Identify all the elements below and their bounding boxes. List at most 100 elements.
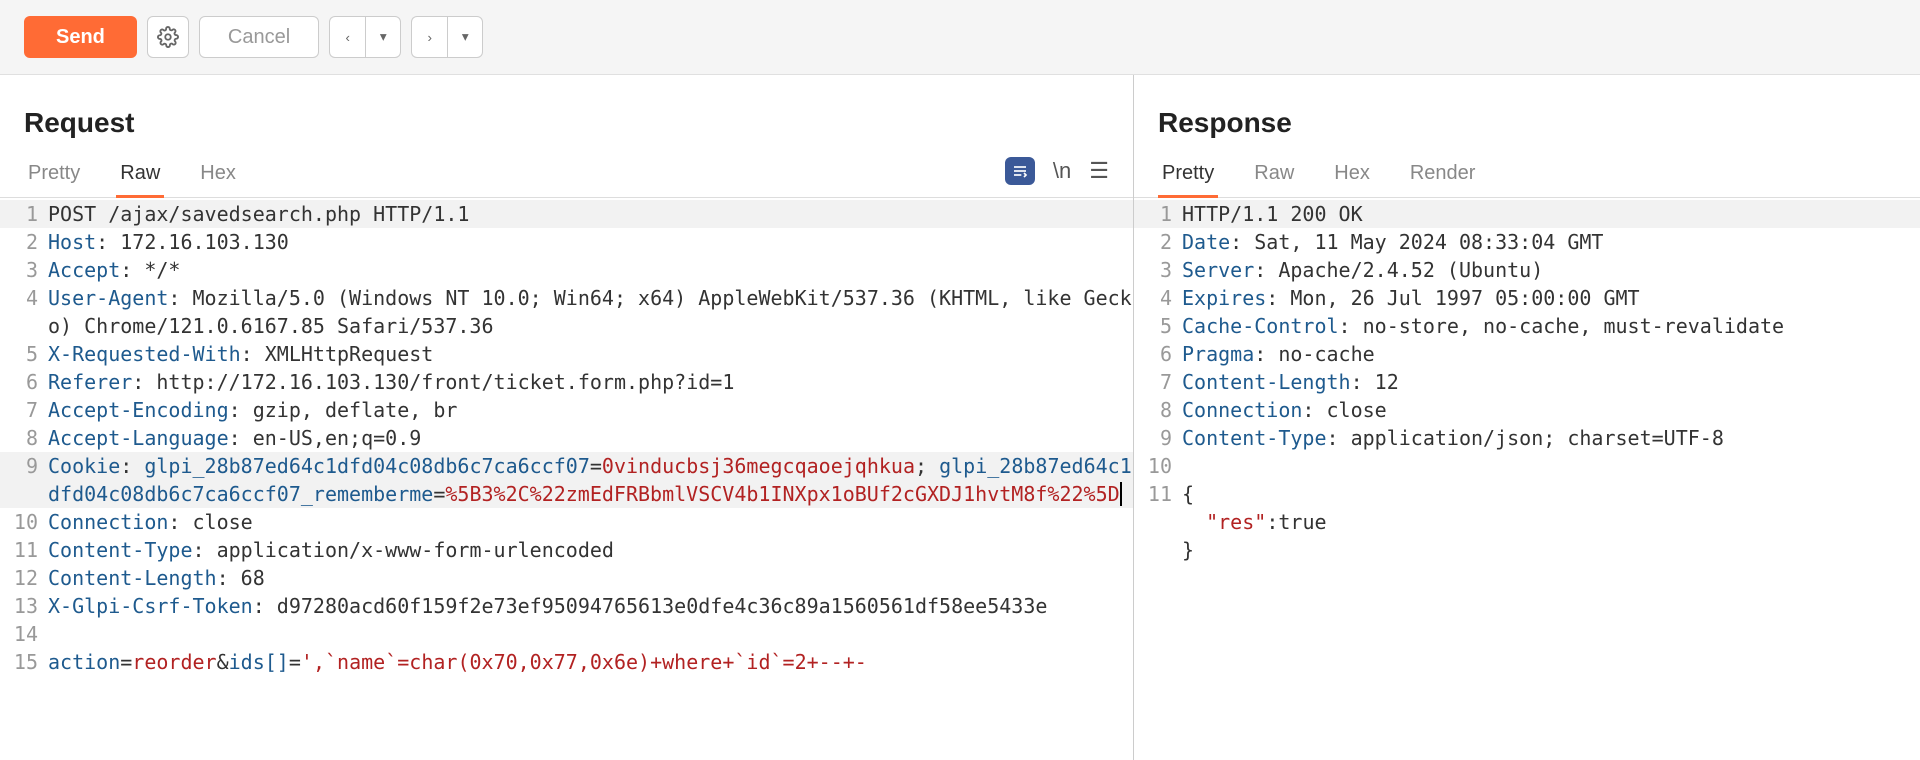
line-content[interactable]: Referer: http://172.16.103.130/front/tic…: [48, 368, 1133, 396]
response-editor[interactable]: 1HTTP/1.1 200 OK2Date: Sat, 11 May 2024 …: [1134, 198, 1920, 760]
code-line: 12Content-Length: 68: [0, 564, 1133, 592]
code-line: 4Expires: Mon, 26 Jul 1997 05:00:00 GMT: [1134, 284, 1920, 312]
line-content[interactable]: Server: Apache/2.4.52 (Ubuntu): [1182, 256, 1920, 284]
line-number: 1: [1134, 200, 1182, 228]
code-line: 6Pragma: no-cache: [1134, 340, 1920, 368]
line-number: 7: [0, 396, 48, 424]
line-number: 14: [0, 620, 48, 648]
send-button[interactable]: Send: [24, 16, 137, 58]
line-content[interactable]: Content-Length: 12: [1182, 368, 1920, 396]
settings-button[interactable]: [147, 16, 189, 58]
line-content[interactable]: Content-Type: application/x-www-form-url…: [48, 536, 1133, 564]
line-number: 3: [1134, 256, 1182, 284]
code-line: 8Connection: close: [1134, 396, 1920, 424]
line-content[interactable]: Accept-Language: en-US,en;q=0.9: [48, 424, 1133, 452]
line-number: 11: [0, 536, 48, 564]
line-number: 6: [0, 368, 48, 396]
caret-down-icon: ▾: [380, 29, 387, 45]
line-content[interactable]: Date: Sat, 11 May 2024 08:33:04 GMT: [1182, 228, 1920, 256]
history-back-group: ‹ ▾: [329, 16, 401, 58]
tab-hex[interactable]: Hex: [196, 154, 240, 198]
line-number: 9: [1134, 424, 1182, 452]
code-line: 4User-Agent: Mozilla/5.0 (Windows NT 10.…: [0, 284, 1133, 340]
history-back-dropdown[interactable]: ▾: [365, 16, 401, 58]
history-fwd-button[interactable]: ›: [411, 16, 447, 58]
tab-pretty[interactable]: Pretty: [1158, 154, 1218, 198]
response-pane: Response Pretty Raw Hex Render 1HTTP/1.1…: [1134, 75, 1920, 760]
code-line: 7Accept-Encoding: gzip, deflate, br: [0, 396, 1133, 424]
tab-hex[interactable]: Hex: [1330, 154, 1374, 198]
line-content[interactable]: Expires: Mon, 26 Jul 1997 05:00:00 GMT: [1182, 284, 1920, 312]
line-content[interactable]: User-Agent: Mozilla/5.0 (Windows NT 10.0…: [48, 284, 1133, 340]
line-number: 3: [0, 256, 48, 284]
code-line: 5X-Requested-With: XMLHttpRequest: [0, 340, 1133, 368]
line-number: 8: [0, 424, 48, 452]
request-tabs: Pretty Raw Hex \n ☰: [0, 153, 1133, 198]
code-line: 10Connection: close: [0, 508, 1133, 536]
code-line: 5Cache-Control: no-store, no-cache, must…: [1134, 312, 1920, 340]
line-number: 12: [0, 564, 48, 592]
line-content[interactable]: Pragma: no-cache: [1182, 340, 1920, 368]
line-number: 9: [0, 452, 48, 508]
line-content[interactable]: [1182, 452, 1920, 480]
code-line: 3Server: Apache/2.4.52 (Ubuntu): [1134, 256, 1920, 284]
toolbar: Send Cancel ‹ ▾ › ▾: [0, 0, 1920, 75]
line-number: 4: [1134, 284, 1182, 312]
code-line: 2Host: 172.16.103.130: [0, 228, 1133, 256]
line-number: 6: [1134, 340, 1182, 368]
hamburger-icon[interactable]: ☰: [1089, 158, 1109, 184]
request-editor[interactable]: 1POST /ajax/savedsearch.php HTTP/1.12Hos…: [0, 198, 1133, 760]
cancel-button[interactable]: Cancel: [199, 16, 319, 58]
code-line: 14: [0, 620, 1133, 648]
split-container: Request Pretty Raw Hex \n ☰ 1POST /ajax/…: [0, 75, 1920, 760]
line-content[interactable]: Connection: close: [1182, 396, 1920, 424]
line-content[interactable]: Cookie: glpi_28b87ed64c1dfd04c08db6c7ca6…: [48, 452, 1133, 508]
line-number: 10: [1134, 452, 1182, 480]
line-number: 1: [0, 200, 48, 228]
line-content[interactable]: Content-Type: application/json; charset=…: [1182, 424, 1920, 452]
code-line: 8Accept-Language: en-US,en;q=0.9: [0, 424, 1133, 452]
line-number: 2: [1134, 228, 1182, 256]
line-number: 8: [1134, 396, 1182, 424]
tab-raw[interactable]: Raw: [1250, 154, 1298, 198]
line-content[interactable]: { "res":true }: [1182, 480, 1920, 564]
request-pane: Request Pretty Raw Hex \n ☰ 1POST /ajax/…: [0, 75, 1134, 760]
newline-icon[interactable]: \n: [1053, 158, 1071, 184]
line-number: 5: [1134, 312, 1182, 340]
line-content[interactable]: Accept: */*: [48, 256, 1133, 284]
history-fwd-group: › ▾: [411, 16, 483, 58]
wrap-toggle-icon[interactable]: [1005, 157, 1035, 185]
line-number: 4: [0, 284, 48, 340]
history-back-button[interactable]: ‹: [329, 16, 365, 58]
line-content[interactable]: HTTP/1.1 200 OK: [1182, 200, 1920, 228]
history-fwd-dropdown[interactable]: ▾: [447, 16, 483, 58]
line-content[interactable]: action=reorder&ids[]=',`name`=char(0x70,…: [48, 648, 1133, 676]
code-line: 7Content-Length: 12: [1134, 368, 1920, 396]
chevron-right-icon: ›: [427, 30, 431, 45]
line-content[interactable]: Accept-Encoding: gzip, deflate, br: [48, 396, 1133, 424]
line-content[interactable]: Cache-Control: no-store, no-cache, must-…: [1182, 312, 1920, 340]
caret-down-icon: ▾: [462, 29, 469, 45]
line-number: 5: [0, 340, 48, 368]
code-line: 10: [1134, 452, 1920, 480]
tab-raw[interactable]: Raw: [116, 154, 164, 198]
line-content[interactable]: X-Glpi-Csrf-Token: d97280acd60f159f2e73e…: [48, 592, 1133, 620]
code-line: 9Cookie: glpi_28b87ed64c1dfd04c08db6c7ca…: [0, 452, 1133, 508]
line-number: 11: [1134, 480, 1182, 564]
code-line: 1POST /ajax/savedsearch.php HTTP/1.1: [0, 200, 1133, 228]
tab-pretty[interactable]: Pretty: [24, 154, 84, 198]
response-tabs: Pretty Raw Hex Render: [1134, 153, 1920, 198]
response-title: Response: [1158, 107, 1292, 139]
code-line: 11Content-Type: application/x-www-form-u…: [0, 536, 1133, 564]
code-line: 15action=reorder&ids[]=',`name`=char(0x7…: [0, 648, 1133, 676]
line-content[interactable]: X-Requested-With: XMLHttpRequest: [48, 340, 1133, 368]
code-line: 2Date: Sat, 11 May 2024 08:33:04 GMT: [1134, 228, 1920, 256]
line-content[interactable]: Content-Length: 68: [48, 564, 1133, 592]
code-line: 9Content-Type: application/json; charset…: [1134, 424, 1920, 452]
tab-render[interactable]: Render: [1406, 154, 1480, 198]
line-content[interactable]: POST /ajax/savedsearch.php HTTP/1.1: [48, 200, 1133, 228]
line-content[interactable]: [48, 620, 1133, 648]
line-content[interactable]: Connection: close: [48, 508, 1133, 536]
code-line: 6Referer: http://172.16.103.130/front/ti…: [0, 368, 1133, 396]
line-content[interactable]: Host: 172.16.103.130: [48, 228, 1133, 256]
